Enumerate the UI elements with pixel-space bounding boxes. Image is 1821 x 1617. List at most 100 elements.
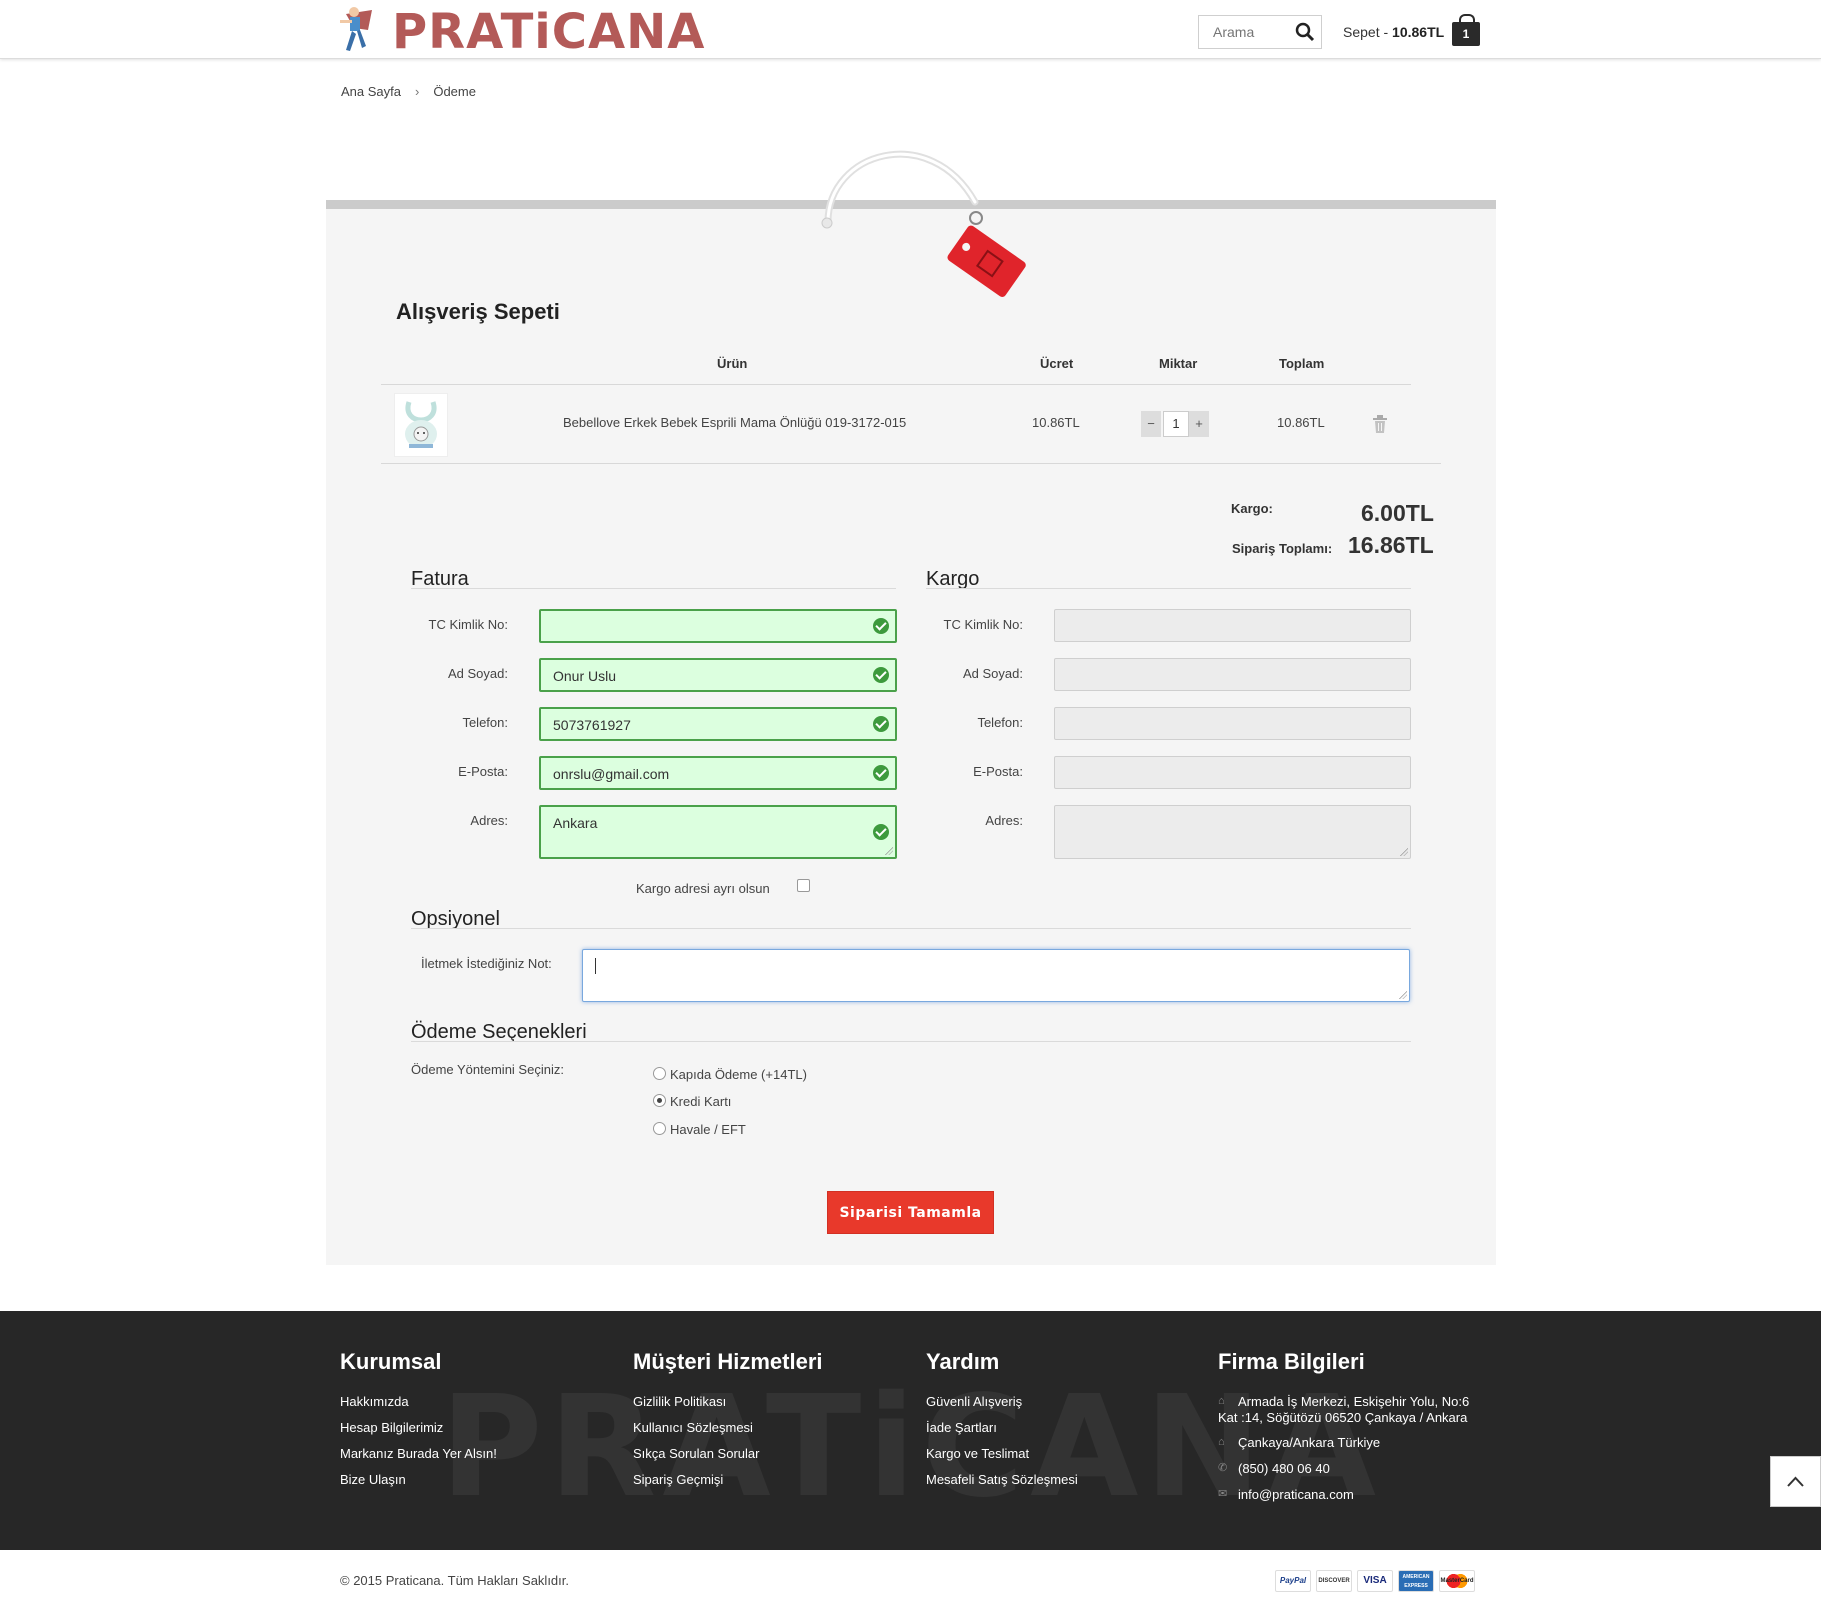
text-caret [595,958,596,974]
cart-total: 10.86TL [1392,24,1445,40]
shipping-cost-value: 6.00TL [1361,500,1434,526]
superhero-logo-icon [340,7,372,51]
billing-address-value: Ankara [553,815,598,831]
header-cart-summary[interactable]: Sepet - 10.86TL [1343,24,1444,40]
option-bank-transfer[interactable]: Havale / EFT [670,1122,746,1137]
company-phone: (850) 480 06 40 [1238,1461,1330,1476]
footer-link-returns[interactable]: İade Şartları [926,1420,997,1435]
valid-check-icon [873,716,889,732]
footer-customer-title: Müşteri Hizmetleri [633,1349,823,1374]
shipping-phone-input[interactable] [1054,707,1411,740]
shipping-email-input[interactable] [1054,756,1411,789]
shopping-tag-hanger-icon [821,150,1026,297]
search-icon[interactable] [1295,22,1315,42]
chevron-up-icon [1787,1476,1804,1487]
cart-count-badge: 1 [1452,22,1480,46]
site-header: PRATiCANA Sepet - 10.86TL 1 [0,0,1821,60]
footer-link-terms[interactable]: Kullanıcı Sözleşmesi [633,1420,753,1435]
breadcrumb-current: Ödeme [433,84,476,99]
cart-bag-icon[interactable]: 1 [1452,14,1480,46]
billing-phone-value: 5073761927 [553,717,631,733]
footer-link-faq[interactable]: Sıkça Sorulan Sorular [633,1446,759,1461]
billing-tc-input[interactable] [539,609,897,643]
footer-link-secure[interactable]: Güvenli Alışveriş [926,1394,1022,1409]
visa-logo: VISA [1357,1570,1393,1592]
order-total-label: Sipariş Toplamı: [1232,541,1333,556]
site-footer: PRATiCANA Kurumsal Hakkımızda Hesap Bilg… [0,1311,1821,1550]
billing-email-value: onrslu@gmail.com [553,766,670,782]
valid-check-icon [873,618,889,634]
shipping-address-textarea[interactable] [1054,805,1411,859]
shipping-cost-label: Kargo: [1231,501,1273,516]
complete-order-button[interactable]: Siparisi Tamamla [827,1191,994,1234]
phone-icon: ✆ [1218,1462,1228,1474]
billing-name-input[interactable]: Onur Uslu [539,658,897,692]
bib-image [405,401,437,448]
billing-phone-input[interactable]: 5073761927 [539,707,897,741]
amex-logo: AMERICAN EXPRESS [1398,1570,1434,1592]
company-address-line1: Armada İş Merkezi, Eskişehir Yolu, No:6 [1238,1394,1470,1409]
radio-bank-transfer[interactable] [653,1122,666,1135]
footer-link-order-history[interactable]: Sipariş Geçmişi [633,1472,723,1487]
qty-plus-button[interactable]: + [1189,411,1209,437]
note-textarea[interactable] [582,949,1410,1002]
home-icon: ⌂ [1218,1436,1225,1448]
valid-check-icon [873,824,889,840]
col-price: Ücret [1040,356,1074,371]
footer-help-title: Yardım [926,1349,1000,1374]
breadcrumb-home[interactable]: Ana Sayfa [341,84,401,99]
footer-link-privacy[interactable]: Gizlilik Politikası [633,1394,726,1409]
footer-link-about[interactable]: Hakkımızda [340,1394,409,1409]
praticana-logo[interactable]: PRATiCANA [332,4,704,60]
optional-divider [411,928,1411,929]
billing-address-label: Adres: [470,813,508,828]
separate-shipping-checkbox[interactable] [797,879,810,892]
footer-link-brand[interactable]: Markanız Burada Yer Alsın! [340,1446,497,1461]
search-input[interactable] [1211,16,1301,48]
qty-minus-button[interactable]: − [1141,411,1161,437]
billing-name-value: Onur Uslu [553,668,617,684]
radio-cash-on-delivery[interactable] [653,1067,666,1080]
copyright: © 2015 Praticana. Tüm Hakları Saklıdır. [340,1573,569,1588]
radio-credit-card[interactable] [653,1094,666,1107]
product-name[interactable]: Bebellove Erkek Bebek Esprili Mama Önlüğ… [563,415,906,430]
qty-input[interactable]: 1 [1163,411,1189,437]
resize-handle[interactable] [885,847,893,855]
footer-link-shipping[interactable]: Kargo ve Teslimat [926,1446,1029,1461]
mastercard-logo: MasterCard [1439,1570,1475,1592]
resize-handle[interactable] [1400,848,1408,856]
discover-logo: DISCOVER [1316,1570,1352,1592]
billing-name-label: Ad Soyad: [448,666,508,681]
shipping-tc-input[interactable] [1054,609,1411,642]
cart-title: Alışveriş Sepeti [396,299,560,324]
shipping-phone-label: Telefon: [977,715,1023,730]
billing-address-textarea[interactable]: Ankara [539,805,897,859]
billing-phone-label: Telefon: [462,715,508,730]
col-quantity: Miktar [1159,356,1198,371]
order-total-value: 16.86TL [1348,532,1434,558]
footer-link-distance-sale[interactable]: Mesafeli Satış Sözleşmesi [926,1472,1078,1487]
billing-email-label: E-Posta: [458,764,508,779]
search-box [1198,15,1322,49]
footer-link-account[interactable]: Hesap Bilgilerimiz [340,1420,443,1435]
shipping-name-input[interactable] [1054,658,1411,691]
back-to-top-button[interactable] [1770,1456,1821,1507]
footer-link-contact[interactable]: Bize Ulaşın [340,1472,406,1487]
valid-check-icon [873,765,889,781]
breadcrumb: Ana Sayfa › Ödeme [341,84,476,99]
product-line-total: 10.86TL [1277,415,1325,430]
option-cash-on-delivery[interactable]: Kapıda Ödeme (+14TL) [670,1067,807,1082]
col-total: Toplam [1279,356,1325,371]
billing-email-input[interactable]: onrslu@gmail.com [539,756,897,790]
paypal-logo: PayPal [1275,1570,1311,1592]
note-label: İletmek İstediğiniz Not: [421,956,552,971]
payment-divider [411,1041,1411,1042]
table-header-divider [381,384,1411,385]
mail-icon: ✉ [1218,1488,1228,1500]
option-credit-card[interactable]: Kredi Kartı [670,1094,731,1109]
breadcrumb-separator: › [415,84,420,99]
trash-icon[interactable] [1372,415,1388,433]
company-email[interactable]: info@praticana.com [1238,1487,1354,1503]
product-thumbnail[interactable] [394,393,448,457]
resize-handle[interactable] [1399,991,1407,999]
